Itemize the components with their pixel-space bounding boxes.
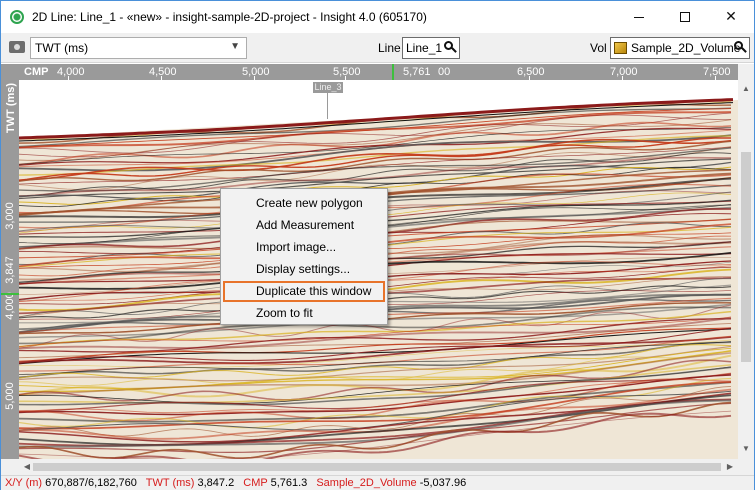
context-menu: Create new polygon Add Measurement Impor… bbox=[220, 188, 388, 325]
close-button[interactable]: ✕ bbox=[708, 1, 754, 33]
status-twt-value: 3,847.2 bbox=[197, 477, 235, 489]
window-title: 2D Line: Line_1 - «new» - insight-sample… bbox=[32, 10, 427, 24]
line-field-value: Line_1 bbox=[406, 41, 443, 55]
chevron-down-icon: ▼ bbox=[230, 41, 240, 52]
status-cmp-value: 5,761.3 bbox=[270, 477, 308, 489]
minimize-button[interactable] bbox=[616, 1, 662, 33]
line-label: Line bbox=[378, 41, 401, 55]
menu-item-import-image[interactable]: Import image... bbox=[223, 237, 385, 258]
cmp-tick-label-partial: 00 bbox=[438, 66, 451, 78]
twt-tick-label: 4,000 bbox=[4, 292, 16, 320]
menu-item-create-polygon[interactable]: Create new polygon bbox=[223, 193, 385, 214]
twt-tick-label: 5,000 bbox=[4, 382, 16, 410]
menu-item-add-measurement[interactable]: Add Measurement bbox=[223, 215, 385, 236]
search-icon[interactable] bbox=[734, 41, 747, 53]
twt-tick-label: 3,000 bbox=[4, 202, 16, 230]
domain-dropdown[interactable]: TWT (ms) ▼ bbox=[30, 37, 247, 59]
scroll-corner-left bbox=[1, 459, 19, 475]
twt-axis: TWT (ms) 3,000 3,847 4,000 5,000 bbox=[1, 80, 19, 459]
scroll-right-icon[interactable]: ▶ bbox=[725, 462, 735, 472]
status-volume-value: -5,037.96 bbox=[419, 477, 467, 489]
twt-axis-title-wrap: TWT (ms) bbox=[1, 80, 19, 140]
twt-tick: 5,000 bbox=[1, 376, 19, 416]
close-icon: ✕ bbox=[725, 9, 737, 25]
cmp-axis-title: CMP bbox=[24, 66, 49, 78]
cmp-tick-label: 6,500 bbox=[517, 66, 545, 78]
cmp-tick-label: 7,500 bbox=[703, 66, 731, 78]
twt-cursor-marker bbox=[1, 293, 19, 295]
intersecting-line-tag[interactable]: Line_3 bbox=[313, 82, 343, 93]
status-xy-value: 670,887/6,182,760 bbox=[45, 477, 137, 489]
cmp-tick-label: 4,000 bbox=[57, 66, 85, 78]
cmp-tick-label: 4,500 bbox=[149, 66, 177, 78]
volume-field[interactable]: Sample_2D_Volume bbox=[610, 37, 750, 59]
vol-label: Vol bbox=[590, 41, 607, 55]
scroll-corner-right bbox=[738, 459, 754, 475]
search-icon[interactable] bbox=[444, 41, 457, 53]
scroll-up-icon[interactable]: ▲ bbox=[741, 84, 751, 94]
twt-tick: 3,000 bbox=[1, 196, 19, 236]
vertical-scroll-thumb[interactable] bbox=[741, 152, 751, 362]
app-window: 2D Line: Line_1 - «new» - insight-sample… bbox=[0, 0, 755, 490]
menu-item-zoom-to-fit[interactable]: Zoom to fit bbox=[223, 303, 385, 324]
line-field[interactable]: Line_1 bbox=[402, 37, 460, 59]
horizontal-scroll-thumb[interactable] bbox=[33, 463, 721, 471]
status-xy-label: X/Y (m) bbox=[5, 477, 43, 489]
cmp-cursor-value: 5,761 bbox=[403, 66, 431, 78]
cmp-tick-label: 5,500 bbox=[333, 66, 361, 78]
horizontal-scrollbar[interactable]: ◀ ▶ bbox=[19, 459, 738, 475]
scroll-down-icon[interactable]: ▼ bbox=[741, 444, 751, 454]
status-twt-label: TWT (ms) bbox=[145, 477, 195, 489]
volume-field-value: Sample_2D_Volume bbox=[631, 41, 741, 55]
scroll-left-icon[interactable]: ◀ bbox=[22, 462, 32, 472]
minimize-icon bbox=[634, 16, 644, 18]
cmp-axis: CMP 4,000 4,500 5,000 5,500 6,500 7,000 … bbox=[1, 64, 738, 80]
intersecting-line-marker bbox=[327, 93, 328, 119]
volume-cube-icon bbox=[614, 42, 627, 54]
cmp-tick-label: 7,000 bbox=[610, 66, 638, 78]
twt-cursor-tick: 3,847 bbox=[1, 250, 19, 290]
menu-item-display-settings[interactable]: Display settings... bbox=[223, 259, 385, 280]
menu-item-duplicate-window[interactable]: Duplicate this window bbox=[223, 281, 385, 302]
cmp-tick-label: 5,000 bbox=[242, 66, 270, 78]
status-cmp-label: CMP bbox=[243, 477, 268, 489]
maximize-button[interactable] bbox=[662, 1, 708, 33]
maximize-icon bbox=[680, 12, 690, 22]
cmp-cursor-marker bbox=[392, 64, 394, 80]
twt-tick: 4,000 bbox=[1, 286, 19, 326]
domain-dropdown-value: TWT (ms) bbox=[35, 41, 89, 55]
status-bar: X/Y (m) 670,887/6,182,760 TWT (ms) 3,847… bbox=[1, 475, 754, 490]
camera-icon[interactable] bbox=[9, 41, 25, 53]
toolbar: TWT (ms) ▼ Line Line_1 Vol Sample_2D_Vol… bbox=[1, 33, 754, 63]
twt-axis-title: TWT (ms) bbox=[5, 82, 17, 134]
insight-app-icon bbox=[10, 10, 24, 24]
title-bar: 2D Line: Line_1 - «new» - insight-sample… bbox=[1, 1, 754, 33]
status-volume-label: Sample_2D_Volume bbox=[316, 477, 417, 489]
vertical-scrollbar[interactable]: ▲ ▼ bbox=[738, 64, 754, 459]
